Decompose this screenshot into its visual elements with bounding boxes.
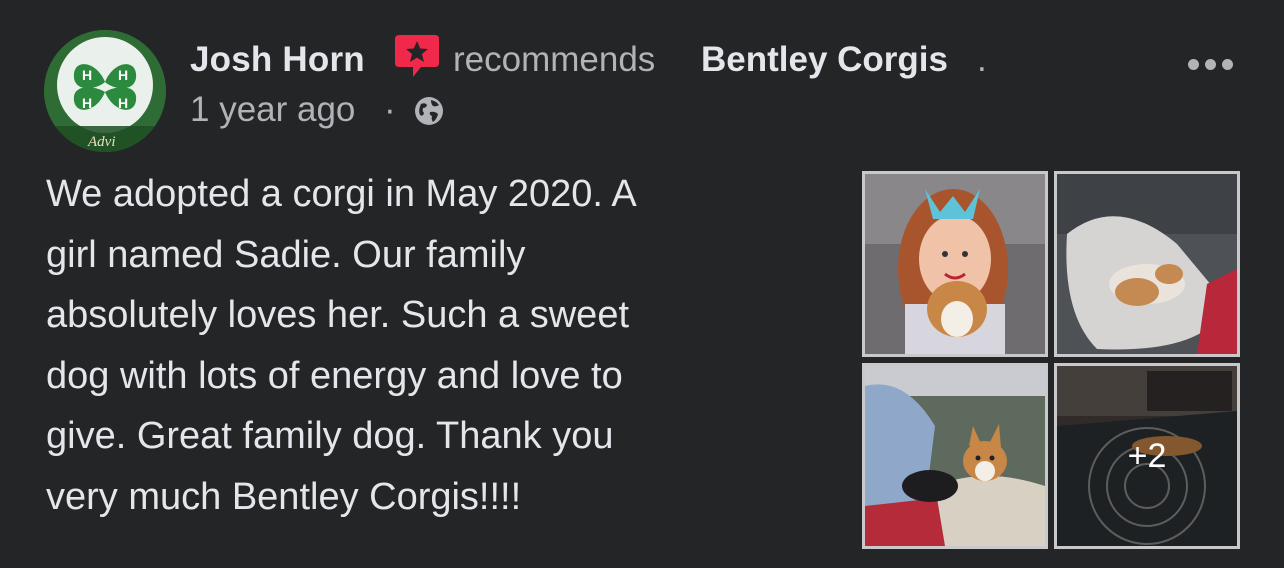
dot-icon xyxy=(1187,58,1199,70)
avatar-text: Advi xyxy=(87,134,116,150)
post-line: girl named Sadie. Our family xyxy=(46,233,526,276)
post-line: give. Great family dog. Thank you xyxy=(46,415,614,457)
timestamp-link[interactable]: 1 year ago xyxy=(190,90,355,130)
clover-logo: H H H H Advi xyxy=(44,30,166,152)
post-line: dog with lots of energy and love to xyxy=(46,354,623,397)
avatar[interactable]: H H H H Advi xyxy=(44,30,166,152)
photo-puppy-on-pillow[interactable] xyxy=(1054,171,1240,357)
more-photos-count[interactable]: +2 xyxy=(1057,366,1237,546)
separator: · xyxy=(384,90,396,129)
globe-icon[interactable] xyxy=(413,95,445,127)
svg-text:H: H xyxy=(82,67,92,83)
post-card: H H H H Advi Josh Horn recommends Bentle… xyxy=(0,0,1284,568)
post-line: absolutely loves her. Such a sweet xyxy=(46,294,630,336)
page-name-link[interactable]: Bentley Corgis xyxy=(701,40,948,80)
svg-text:H: H xyxy=(118,67,128,83)
recommend-icon xyxy=(393,33,441,79)
dot-icon xyxy=(1221,58,1233,70)
author-name[interactable]: Josh Horn xyxy=(190,40,365,80)
post-body: We adopted a corgi in May 2020. A girl n… xyxy=(46,164,806,527)
period: . xyxy=(977,40,987,79)
more-options-button[interactable] xyxy=(1180,44,1240,84)
dot-icon xyxy=(1204,58,1216,70)
photo-corgi-and-cat[interactable] xyxy=(862,363,1048,549)
recommends-text: recommends xyxy=(453,40,656,79)
post-line: very much Bentley Corgis!!!! xyxy=(46,475,522,518)
svg-text:H: H xyxy=(82,95,92,111)
post-line: We adopted a corgi in May 2020. A xyxy=(46,173,637,215)
photo-girl-with-puppy[interactable] xyxy=(862,171,1048,357)
photo-dog-on-rug[interactable]: +2 xyxy=(1054,363,1240,549)
photo-grid: +2 xyxy=(862,171,1240,549)
svg-text:H: H xyxy=(118,95,128,111)
